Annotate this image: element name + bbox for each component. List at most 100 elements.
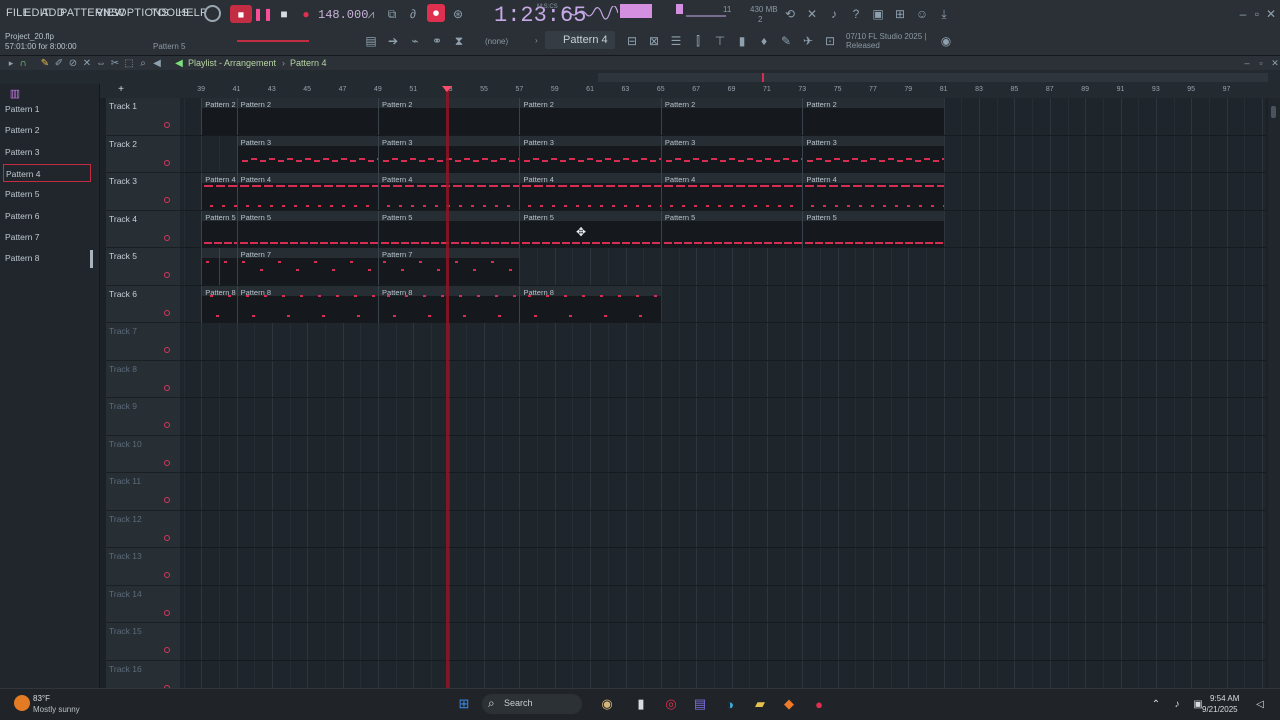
- track-enable-icon[interactable]: [164, 459, 170, 466]
- clock-time[interactable]: 9:54 AM: [1210, 694, 1239, 703]
- metronome-knob-icon[interactable]: [204, 5, 221, 22]
- pattern-clip[interactable]: Pattern 3: [802, 135, 944, 173]
- pattern-clip[interactable]: Pattern 5: [802, 210, 944, 248]
- pattern-clip[interactable]: Pattern 5: [660, 210, 803, 248]
- track-enable-icon[interactable]: [164, 609, 170, 616]
- track-header[interactable]: Track 14: [106, 586, 180, 623]
- pause-icon[interactable]: ❚❚: [253, 5, 273, 23]
- blend-icon[interactable]: ⊛: [449, 5, 467, 23]
- timeline-ruler[interactable]: + 39414345474951535557596163656769717375…: [0, 70, 1280, 98]
- track-enable-icon[interactable]: [164, 234, 170, 241]
- pattern-clip[interactable]: Pattern 2: [201, 98, 237, 135]
- pattern-clip[interactable]: Pattern 8: [519, 285, 661, 323]
- track-enable-icon[interactable]: [164, 309, 170, 316]
- track-name[interactable]: Track 4: [109, 214, 137, 224]
- track-name[interactable]: Track 13: [109, 551, 142, 561]
- playhead-marker-icon[interactable]: [442, 86, 452, 92]
- track-name[interactable]: Track 9: [109, 401, 137, 411]
- track-header[interactable]: Track 10: [106, 436, 180, 473]
- vertical-scroll-thumb[interactable]: [1271, 106, 1276, 118]
- pattern-clip[interactable]: Pattern 5: [201, 210, 237, 248]
- microphone-icon[interactable]: ♪: [825, 5, 843, 23]
- track-name[interactable]: Track 11: [109, 476, 141, 486]
- pattern-prev-icon[interactable]: ›: [535, 36, 538, 45]
- track-name[interactable]: Track 12: [109, 514, 142, 524]
- pattern-clip[interactable]: Pattern 4: [802, 173, 944, 210]
- track-enable-icon[interactable]: [164, 422, 170, 428]
- track-name[interactable]: Track 8: [109, 364, 137, 374]
- track-header[interactable]: Track 2: [106, 136, 180, 173]
- stamp-icon[interactable]: ⧗: [450, 32, 468, 50]
- arrangement-grid[interactable]: Pattern 2 Pattern 2 Pattern 2 Pattern 2 Patt…: [180, 98, 1266, 688]
- track-header[interactable]: Track 4: [106, 211, 180, 248]
- piano-icon[interactable]: ⊠: [645, 32, 663, 50]
- playlist-icon[interactable]: ☰: [667, 32, 685, 50]
- weather-temp[interactable]: 83°F: [33, 694, 50, 703]
- picker-item[interactable]: Pattern 7: [3, 228, 91, 246]
- pattern-clip[interactable]: Pattern 4: [236, 173, 378, 210]
- start-icon[interactable]: ⊞: [454, 694, 474, 714]
- track-name[interactable]: Track 3: [109, 176, 137, 186]
- track-name[interactable]: Track 1: [109, 101, 137, 111]
- track-header[interactable]: Track 15: [106, 623, 180, 661]
- browser-icon[interactable]: ⊤: [711, 32, 729, 50]
- add-track-icon[interactable]: +: [112, 80, 130, 98]
- picker-item[interactable]: Pattern 3: [3, 143, 91, 161]
- pattern-clip[interactable]: Pattern 2: [802, 98, 944, 135]
- pattern-clip[interactable]: Pattern 2: [519, 98, 661, 135]
- widgets-icon[interactable]: ◉: [590, 694, 624, 714]
- link-icon[interactable]: ⚭: [428, 32, 446, 50]
- track-enable-icon[interactable]: [164, 347, 170, 353]
- track-header[interactable]: Track 9: [106, 398, 180, 436]
- wait-icon[interactable]: ⧉: [383, 5, 401, 23]
- teams-icon[interactable]: ▤: [690, 694, 710, 714]
- track-enable-icon[interactable]: [164, 197, 170, 203]
- task-view-icon[interactable]: ▮: [631, 694, 651, 714]
- pattern-clip[interactable]: Pattern 3: [236, 135, 378, 173]
- pattern-clip[interactable]: Pattern 2: [236, 98, 378, 135]
- news-line-1[interactable]: 07/10 FL Studio 2025 |: [846, 32, 927, 41]
- save-icon[interactable]: ▣: [869, 5, 887, 23]
- opera-icon[interactable]: ◎: [661, 694, 681, 714]
- picker-item[interactable]: Pattern 5: [3, 185, 91, 203]
- horizontal-scrollbar[interactable]: [598, 73, 1268, 82]
- pattern-clip[interactable]: Pattern 4: [660, 173, 803, 210]
- weather-icon[interactable]: [14, 695, 30, 711]
- picker-item[interactable]: Pattern 6: [3, 207, 91, 225]
- countdown-icon[interactable]: ∂: [404, 5, 422, 23]
- track-enable-icon[interactable]: [164, 497, 170, 503]
- account-icon[interactable]: ◉: [937, 32, 955, 50]
- record-icon[interactable]: ●: [297, 5, 315, 23]
- track-header[interactable]: Track 8: [106, 361, 180, 398]
- plugin-db-icon[interactable]: ♦: [755, 32, 773, 50]
- tray-mic-icon[interactable]: ♪: [1167, 694, 1187, 714]
- mixer-icon[interactable]: ⫿: [689, 32, 707, 50]
- slice-icon[interactable]: ⌁: [406, 32, 424, 50]
- pattern-clip[interactable]: Pattern 4: [519, 173, 661, 210]
- track-enable-icon[interactable]: [164, 534, 170, 541]
- channel-rack-icon[interactable]: ⊟: [623, 32, 641, 50]
- track-name[interactable]: Track 10: [109, 439, 142, 449]
- track-header[interactable]: Track 1: [106, 98, 180, 136]
- track-name[interactable]: Track 5: [109, 251, 137, 261]
- tap-tempo-icon[interactable]: ⩘: [362, 5, 380, 23]
- cart-icon[interactable]: ⊡: [821, 32, 839, 50]
- track-name[interactable]: Track 15: [109, 626, 142, 636]
- chat-icon[interactable]: ☺: [913, 5, 931, 23]
- track-enable-icon[interactable]: [164, 384, 170, 391]
- track-name[interactable]: Track 7: [109, 326, 137, 336]
- track-enable-icon[interactable]: [164, 272, 170, 278]
- track-header[interactable]: Track 11: [106, 473, 180, 511]
- ai-icon[interactable]: ✈: [799, 32, 817, 50]
- song-mode-icon[interactable]: ◼: [230, 5, 252, 23]
- track-header[interactable]: Track 3: [106, 173, 180, 211]
- weather-text[interactable]: Mostly sunny: [33, 705, 80, 714]
- track-enable-icon[interactable]: [164, 647, 170, 653]
- taskbar-search[interactable]: ⌕ Search: [482, 694, 582, 714]
- picker-item[interactable]: Pattern 4: [3, 163, 91, 182]
- track-enable-icon[interactable]: [164, 122, 170, 128]
- track-name[interactable]: Track 2: [109, 139, 137, 149]
- help-icon[interactable]: ?: [847, 5, 865, 23]
- piano-roll-icon[interactable]: ▤: [362, 32, 380, 50]
- pattern-clip[interactable]: Pattern 3: [660, 135, 803, 173]
